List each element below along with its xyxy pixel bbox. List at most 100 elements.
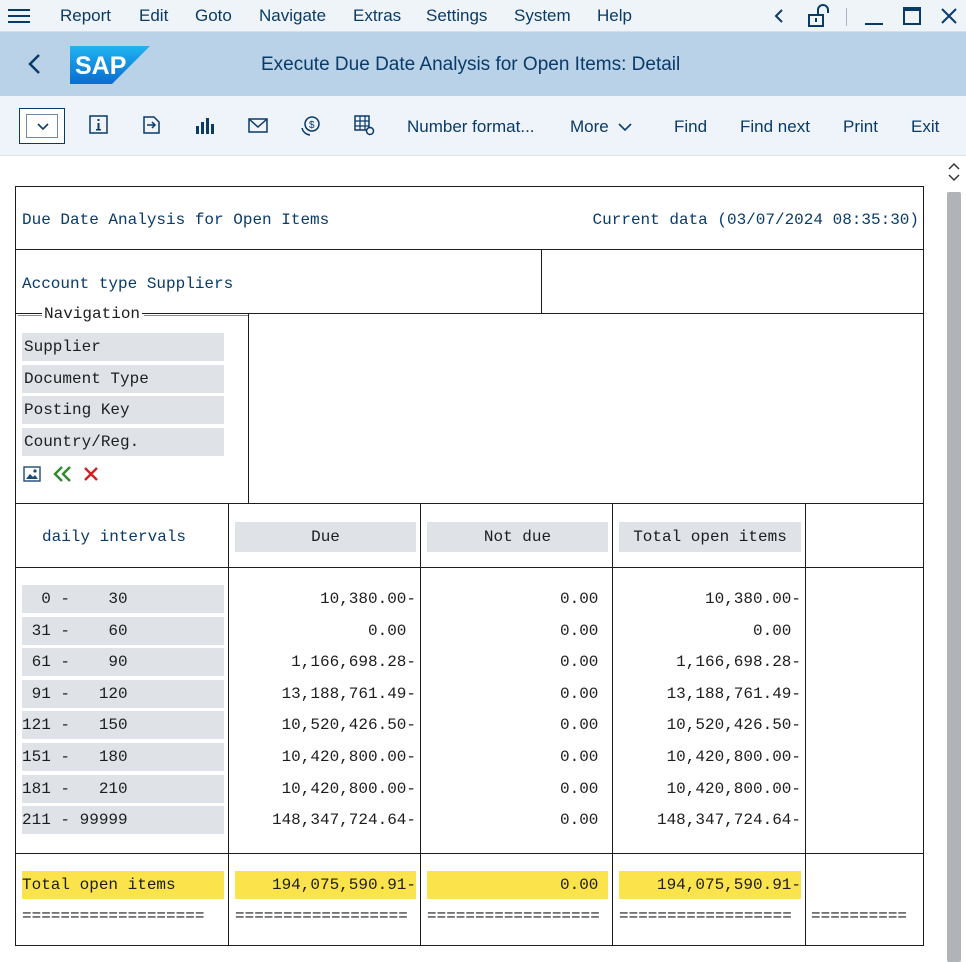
application-toolbar: $ Number format... More Find Find next P… bbox=[0, 96, 966, 156]
col-header-total-open-items[interactable]: Total open items bbox=[619, 522, 801, 552]
double-underline: ================== bbox=[235, 907, 408, 925]
total-value: 10,520,426.50- bbox=[666, 716, 801, 734]
not-due-value: 0.00 bbox=[559, 653, 608, 671]
scroll-down-icon[interactable] bbox=[948, 174, 960, 182]
nav-item-supplier[interactable]: Supplier bbox=[22, 333, 224, 361]
toolbar-divider bbox=[846, 8, 847, 26]
menu-report[interactable]: Report bbox=[60, 6, 111, 26]
interval-label[interactable]: 91 - 120 bbox=[22, 680, 224, 708]
double-underline: ================== bbox=[427, 907, 600, 925]
delete-icon[interactable] bbox=[83, 466, 99, 482]
due-value: 0.00 bbox=[367, 622, 416, 640]
total-value: 10,420,800.00- bbox=[666, 780, 801, 798]
total-row-label: Total open items bbox=[22, 876, 176, 894]
double-chevron-left-icon[interactable] bbox=[53, 465, 73, 483]
current-data-timestamp: Current data (03/07/2024 08:35:30) bbox=[592, 211, 919, 229]
interval-label[interactable]: 61 - 90 bbox=[22, 648, 224, 676]
col-header-daily-intervals: daily intervals bbox=[42, 528, 187, 546]
divider bbox=[16, 249, 923, 250]
interval-label[interactable]: 0 - 30 bbox=[22, 585, 224, 613]
menu-navigate[interactable]: Navigate bbox=[259, 6, 326, 26]
svg-text:SAP: SAP bbox=[75, 52, 126, 80]
mail-icon[interactable] bbox=[247, 114, 269, 136]
report-list: Due Date Analysis for Open Items Current… bbox=[15, 186, 924, 946]
maximize-icon[interactable] bbox=[902, 6, 922, 26]
print-button[interactable]: Print bbox=[843, 117, 878, 137]
due-value: 10,420,800.00- bbox=[281, 780, 416, 798]
not-due-value: 0.00 bbox=[559, 716, 608, 734]
hamburger-menu-icon[interactable] bbox=[8, 6, 30, 26]
due-value: 148,347,724.64- bbox=[271, 811, 416, 829]
due-value: 10,380.00- bbox=[319, 590, 416, 608]
nav-item-country-reg[interactable]: Country/Reg. bbox=[22, 428, 224, 456]
total-value: 13,188,761.49- bbox=[666, 685, 801, 703]
due-value: 10,520,426.50- bbox=[281, 716, 416, 734]
menu-goto[interactable]: Goto bbox=[195, 6, 232, 26]
exit-button[interactable]: Exit bbox=[911, 117, 939, 137]
not-due-value: 0.00 bbox=[559, 811, 608, 829]
close-icon[interactable] bbox=[940, 7, 958, 25]
layout-dropdown[interactable] bbox=[19, 108, 65, 144]
svg-text:$: $ bbox=[309, 120, 315, 131]
group-frame-line bbox=[144, 315, 248, 316]
chevron-left-icon[interactable] bbox=[772, 8, 786, 24]
unlock-icon[interactable] bbox=[806, 4, 832, 28]
divider bbox=[805, 503, 806, 946]
total-total-value: 194,075,590.91- bbox=[656, 876, 801, 894]
double-underline: ================== bbox=[619, 907, 792, 925]
total-not-due-value: 0.00 bbox=[559, 876, 608, 894]
divider bbox=[16, 853, 923, 854]
menu-extras[interactable]: Extras bbox=[353, 6, 401, 26]
info-icon[interactable] bbox=[88, 114, 110, 136]
chevron-down-icon bbox=[618, 123, 632, 132]
table-settings-icon[interactable] bbox=[353, 114, 375, 136]
double-underline: =================== bbox=[22, 907, 205, 925]
divider bbox=[16, 503, 923, 504]
scrollbar-thumb[interactable] bbox=[947, 192, 961, 962]
menu-system[interactable]: System bbox=[514, 6, 571, 26]
back-icon[interactable] bbox=[26, 52, 42, 76]
interval-label[interactable]: 31 - 60 bbox=[22, 617, 224, 645]
find-next-button[interactable]: Find next bbox=[740, 117, 810, 137]
not-due-value: 0.00 bbox=[559, 780, 608, 798]
menu-edit[interactable]: Edit bbox=[139, 6, 168, 26]
divider bbox=[248, 313, 249, 503]
total-value: 10,420,800.00- bbox=[666, 748, 801, 766]
col-header-due[interactable]: Due bbox=[235, 522, 416, 552]
scroll-up-icon[interactable] bbox=[948, 162, 960, 170]
due-value: 13,188,761.49- bbox=[281, 685, 416, 703]
menu-settings[interactable]: Settings bbox=[426, 6, 487, 26]
chevron-down-icon bbox=[37, 123, 49, 131]
interval-label[interactable]: 181 - 210 bbox=[22, 775, 224, 803]
nav-item-document-type[interactable]: Document Type bbox=[22, 365, 224, 393]
not-due-value: 0.00 bbox=[559, 685, 608, 703]
account-type-label: Account type Suppliers bbox=[22, 275, 234, 293]
interval-label[interactable]: 151 - 180 bbox=[22, 743, 224, 771]
interval-label[interactable]: 211 - 99999 bbox=[22, 806, 224, 834]
export-icon[interactable] bbox=[141, 114, 163, 136]
not-due-value: 0.00 bbox=[559, 590, 608, 608]
menu-help[interactable]: Help bbox=[597, 6, 632, 26]
chart-icon[interactable] bbox=[194, 114, 216, 136]
not-due-value: 0.00 bbox=[559, 622, 608, 640]
picture-icon[interactable] bbox=[23, 466, 41, 482]
page-title: Execute Due Date Analysis for Open Items… bbox=[261, 54, 681, 75]
find-button[interactable]: Find bbox=[674, 117, 707, 137]
divider bbox=[420, 503, 421, 946]
not-due-value: 0.00 bbox=[559, 748, 608, 766]
divider bbox=[16, 567, 923, 568]
due-value: 1,166,698.28- bbox=[291, 653, 416, 671]
vertical-scrollbar[interactable] bbox=[944, 156, 966, 962]
number-format-button[interactable]: Number format... bbox=[407, 117, 535, 137]
col-header-not-due[interactable]: Not due bbox=[427, 522, 608, 552]
navigation-title: Navigation bbox=[42, 305, 143, 323]
divider bbox=[612, 503, 613, 946]
interval-label[interactable]: 121 - 150 bbox=[22, 711, 224, 739]
due-value: 10,420,800.00- bbox=[281, 748, 416, 766]
more-button[interactable]: More bbox=[570, 117, 609, 137]
nav-item-posting-key[interactable]: Posting Key bbox=[22, 396, 224, 424]
minimize-icon[interactable] bbox=[864, 8, 884, 26]
divider bbox=[541, 249, 542, 313]
report-heading: Due Date Analysis for Open Items bbox=[22, 211, 330, 229]
currency-icon[interactable]: $ bbox=[300, 114, 322, 136]
